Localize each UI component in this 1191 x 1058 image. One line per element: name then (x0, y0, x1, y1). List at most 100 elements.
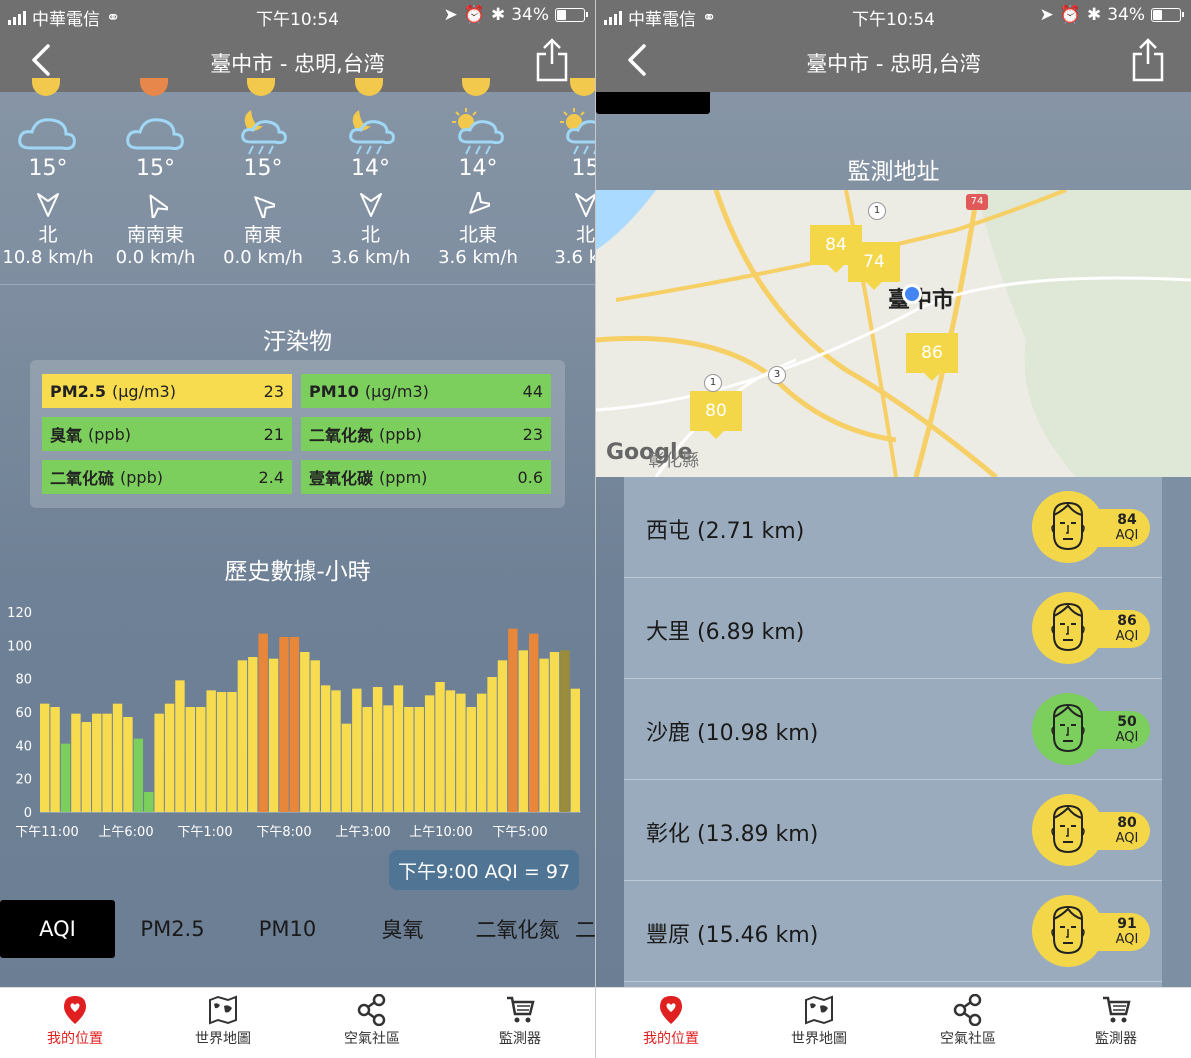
tab-pollutant[interactable]: AQI (0, 900, 115, 958)
tab-shopping-cart[interactable]: 監測器 (1066, 994, 1166, 1048)
station-row[interactable]: 西屯 (2.71 km) 84 AQI (624, 477, 1162, 578)
chart-bar[interactable] (476, 693, 487, 812)
chart-bar[interactable] (393, 685, 404, 812)
chart-bar[interactable] (466, 707, 476, 812)
chart-bar[interactable] (248, 657, 258, 812)
chart-bar[interactable] (300, 652, 310, 812)
chart-bar[interactable] (112, 703, 123, 812)
tab-pollutant[interactable]: 二氧化氮 (460, 900, 575, 958)
chart-bar[interactable] (414, 707, 424, 812)
chart-bar[interactable] (164, 703, 175, 812)
chart-bar[interactable] (560, 650, 570, 812)
history-bar-chart[interactable]: 0 20 40 60 80 100 120 下午11:00 上午6:00 下午1:00 下午8:00… (0, 596, 595, 846)
share-icon[interactable] (1131, 38, 1165, 82)
chart-bar[interactable] (279, 637, 289, 812)
chart-bar[interactable] (144, 792, 154, 812)
chart-bar[interactable] (549, 652, 560, 812)
chart-bar[interactable] (487, 677, 497, 812)
chart-bar[interactable] (372, 687, 383, 812)
tab-location-pin[interactable]: 我的位置 (621, 994, 721, 1048)
hourly-forecast[interactable]: 15° 北 10.8 km/h 15° 南南東 0.0 km/h 15° 南東 0.0 km/h… (0, 78, 595, 284)
chart-bar[interactable] (352, 688, 362, 812)
tab-share-network[interactable]: 空氣社區 (322, 994, 422, 1048)
location-pin-icon (64, 996, 86, 1024)
chart-bar[interactable] (445, 690, 456, 812)
chart-bar[interactable] (424, 695, 435, 812)
chart-bar[interactable] (40, 703, 50, 812)
tab-share-network[interactable]: 空氣社區 (918, 994, 1018, 1048)
tab-location-pin[interactable]: 我的位置 (25, 994, 125, 1048)
chart-bar[interactable] (331, 690, 341, 812)
chart-bar[interactable] (81, 722, 92, 812)
face-drawing (1051, 501, 1085, 551)
forecast-temp: 14° (351, 156, 390, 181)
chart-bar[interactable] (258, 633, 268, 812)
station-name: 西屯 (2.71 km) (646, 519, 805, 544)
station-row[interactable]: 彰化 (13.89 km) 80 AQI (624, 780, 1162, 881)
chart-bar[interactable] (237, 660, 248, 812)
tab-label: 空氣社區 (344, 1031, 400, 1047)
chart-bar[interactable] (310, 660, 320, 812)
chart-bar[interactable] (175, 680, 185, 812)
chart-bar[interactable] (71, 713, 81, 812)
tab-pollutant[interactable]: 二 (575, 900, 595, 958)
share-icon[interactable] (535, 38, 569, 82)
chart-bar[interactable] (383, 705, 393, 812)
chart-bar[interactable] (320, 685, 331, 812)
chart-bar[interactable] (570, 688, 580, 812)
chart-bar[interactable] (435, 682, 445, 812)
station-aqi-value: 86 (1117, 613, 1137, 629)
tab-world-map[interactable]: 世界地圖 (173, 994, 273, 1048)
share-network-icon (357, 994, 386, 1026)
station-row[interactable]: 豐原 (15.46 km) 91 AQI (624, 881, 1162, 982)
chart-bar[interactable] (227, 692, 237, 812)
chart-bar[interactable] (528, 633, 539, 812)
chart-bar[interactable] (362, 707, 372, 812)
tab-pollutant[interactable]: PM2.5 (115, 900, 230, 958)
station-map[interactable]: 84 74 86 80 臺中市 Google 彰化縣 1 74 3 1 (596, 190, 1191, 477)
chart-bar[interactable] (206, 690, 216, 812)
station-row[interactable]: 大里 (6.89 km) 86 AQI (624, 578, 1162, 679)
chart-bar[interactable] (456, 693, 466, 812)
chart-bar[interactable] (92, 713, 102, 812)
current-location-dot (902, 284, 922, 304)
station-name: 大里 (6.89 km) (646, 620, 805, 645)
map-marker[interactable]: 74 (848, 242, 900, 290)
chart-bar[interactable] (102, 713, 112, 812)
chart-bar[interactable] (60, 743, 71, 812)
face-icon (1032, 592, 1104, 664)
chart-bar[interactable] (268, 658, 279, 812)
chart-bar[interactable] (216, 692, 227, 812)
chart-bar[interactable] (154, 713, 164, 812)
chart-bar[interactable] (518, 650, 528, 812)
station-row[interactable]: 沙鹿 (10.98 km) 50 AQI (624, 679, 1162, 780)
map-marker[interactable]: 80 (690, 391, 742, 439)
tab-pollutant[interactable]: 臭氧 (345, 900, 460, 958)
station-name: 豐原 (15.46 km) (646, 923, 819, 948)
wind-speed: 3.6 km/h (330, 247, 411, 268)
wind-speed: 0.0 km/h (223, 247, 303, 268)
chart-bar[interactable] (497, 660, 508, 812)
chart-bar[interactable] (289, 637, 300, 812)
chart-bar[interactable] (133, 738, 144, 812)
moon-rain-icon (348, 110, 395, 155)
chart-bar[interactable] (185, 707, 196, 812)
chart-bar[interactable] (196, 707, 206, 812)
chart-bar[interactable] (508, 628, 518, 812)
chart-bar[interactable] (341, 723, 352, 812)
chart-bar[interactable] (404, 707, 414, 812)
map-marker[interactable]: 86 (906, 333, 958, 381)
pollutant-cell: PM2.5 (μg/m3) 23 (42, 374, 292, 408)
tab-aqi-scrolled[interactable] (596, 92, 710, 114)
station-list[interactable]: 西屯 (2.71 km) 84 AQI 大里 (6.89 km) 86 AQI 沙鹿 (10… (624, 477, 1162, 987)
road-sign: 74 (966, 194, 988, 210)
history-chart[interactable]: 0 20 40 60 80 100 120 下午11:00 上午6:00 下午1:00 下午8:00… (0, 596, 595, 846)
tab-shopping-cart[interactable]: 監測器 (470, 994, 570, 1048)
sun-icon (139, 78, 168, 96)
chart-bar[interactable] (50, 707, 60, 812)
stations-title: 監測地址 (847, 159, 940, 185)
chart-bar[interactable] (539, 658, 549, 812)
tab-world-map[interactable]: 世界地圖 (769, 994, 869, 1048)
tab-pollutant[interactable]: PM10 (230, 900, 345, 958)
chart-bar[interactable] (123, 717, 133, 812)
